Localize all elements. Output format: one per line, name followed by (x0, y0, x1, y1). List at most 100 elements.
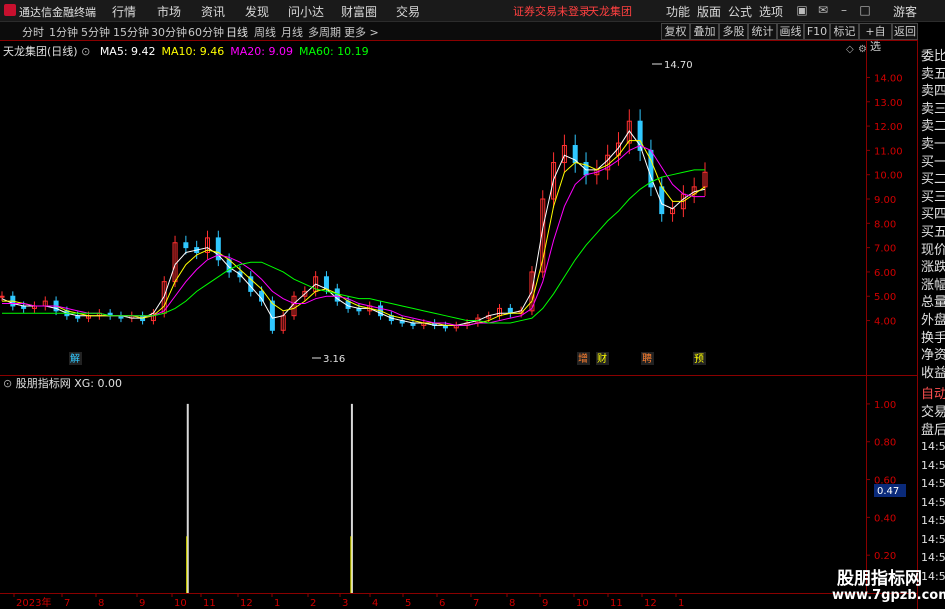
indicator-name[interactable]: 股朋指标网 (16, 377, 71, 390)
overlay-button[interactable]: 叠加 (690, 23, 719, 40)
menu-wealth[interactable]: 财富圈 (341, 3, 377, 20)
ma-legend-item: MA10: 9.46 (161, 45, 225, 58)
candle-body (323, 276, 329, 290)
ma-line-ma5 (1, 130, 706, 326)
legend-collapse-icon[interactable]: ⊙ (81, 45, 90, 58)
quote-field-label: 外盘 (921, 313, 945, 328)
chart-settings-icon[interactable]: ⚙ (858, 44, 867, 55)
menu-function[interactable]: 功能 (666, 3, 690, 20)
period-more[interactable]: 更多 > (344, 24, 379, 40)
menu-ask[interactable]: 问小达 (288, 3, 324, 20)
menu-news[interactable]: 资讯 (201, 3, 225, 20)
price-tick-label: 8.00 (874, 219, 896, 230)
ma-legend-item: MA5: 9.42 (99, 45, 156, 58)
date-tick-label: 10 (576, 598, 589, 609)
date-tick-label: 5 (405, 598, 411, 609)
date-tick-label: 7 (473, 598, 479, 609)
quote-field-label: 卖二 (921, 119, 945, 135)
quote-field-label: 买四 (921, 207, 945, 223)
quote-field-label: 买一 (921, 154, 945, 170)
quote-field-label: 买五 (921, 225, 945, 240)
adjust-button[interactable]: 复权 (661, 23, 690, 40)
stock-daily-label[interactable]: 天龙集团(日线) (3, 45, 78, 58)
sub-legend-icon[interactable]: ⊙ (3, 377, 12, 390)
period-15min[interactable]: 15分钟 (113, 24, 149, 40)
period-30min[interactable]: 30分钟 (151, 24, 187, 40)
menu-options[interactable]: 选项 (759, 3, 783, 20)
quote-field-label: 卖四 (921, 84, 945, 100)
period-weekly[interactable]: 周线 (254, 24, 276, 40)
minimize-icon[interactable]: – (836, 2, 852, 18)
price-tick-label: 11.00 (874, 146, 903, 157)
menu-formula[interactable]: 公式 (728, 3, 752, 20)
message-icon[interactable]: ✉ (815, 2, 831, 18)
period-toolbar: 分时 1分钟 5分钟 15分钟 30分钟 60分钟 日线 周线 月线 多周期 更… (0, 22, 918, 53)
date-tick-label: 7 (64, 598, 70, 609)
quote-field-label: 净资 (921, 348, 945, 364)
skin-icon[interactable]: ▣ (794, 2, 810, 18)
date-tick-label: 2023年 (16, 596, 51, 609)
menu-trade[interactable]: 交易 (396, 3, 420, 20)
mark-button[interactable]: 标记 (830, 23, 859, 40)
date-tick-label: 3 (342, 598, 348, 609)
chart-area[interactable]: 14.0013.0012.0011.0010.009.008.007.006.0… (0, 40, 917, 609)
price-tick-label: 9.00 (874, 195, 896, 206)
multi-stock-button[interactable]: 多股 (719, 23, 748, 40)
indicator-tick-label: 0.40 (874, 513, 896, 524)
indicator-tick-label: 0.80 (874, 438, 896, 449)
login-status[interactable]: 证券交易未登录 (513, 3, 590, 19)
price-axis: 14.00 13.00 12.00 11.00 10.00 9.00 8.00 7.00 6.0… (866, 73, 903, 328)
back-button[interactable]: 返回 (892, 23, 918, 40)
tick-time: 14:56 (921, 458, 945, 472)
period-daily[interactable]: 日线 (226, 24, 248, 40)
guest-user[interactable]: 游客 (893, 3, 917, 20)
period-60min[interactable]: 60分钟 (188, 24, 224, 40)
period-intraday[interactable]: 分时 (22, 24, 44, 40)
price-tick-label: 12.00 (874, 122, 903, 133)
menu-market[interactable]: 市场 (157, 3, 181, 20)
quote-field-label: 现价 (921, 242, 945, 258)
tick-time: 14:56 (921, 514, 945, 527)
statistics-button[interactable]: 统计 (748, 23, 777, 40)
indicator-axis: 1.000.800.600.400.20 (866, 400, 896, 562)
trade-label: 交易 (921, 405, 945, 420)
chart-expand-icon[interactable]: ◇ (846, 44, 854, 55)
app-logo-icon (4, 4, 16, 16)
price-candles (0, 109, 708, 334)
price-tick-label: 6.00 (874, 268, 896, 279)
quote-field-label: 卖五 (921, 66, 945, 82)
period-monthly[interactable]: 月线 (281, 24, 303, 40)
period-multi[interactable]: 多周期 (308, 24, 341, 40)
maximize-icon[interactable]: □ (857, 2, 873, 18)
price-tick-label: 4.00 (874, 317, 896, 328)
f10-button[interactable]: F10 (804, 23, 830, 40)
menu-quotes[interactable]: 行情 (112, 3, 136, 20)
quote-field-label: 涨幅 (921, 277, 945, 293)
menu-layout[interactable]: 版面 (697, 3, 721, 20)
quote-field-label: 总量 (921, 295, 945, 311)
after-hours-label: 盘后 (921, 423, 945, 438)
candle-body (183, 242, 189, 249)
date-tick-label: 11 (203, 598, 216, 609)
ma-legend-item: MA20: 9.09 (230, 45, 293, 58)
period-1min[interactable]: 1分钟 (49, 24, 78, 40)
date-tick-label: 10 (174, 598, 187, 609)
menu-discover[interactable]: 发现 (245, 3, 269, 20)
period-5min[interactable]: 5分钟 (81, 24, 110, 40)
low-price-label: 3.16 (323, 354, 345, 365)
drawing-button[interactable]: 画线 (777, 23, 804, 40)
quote-field-label: 买三 (921, 189, 945, 205)
date-axis: 2023年 7 8 9 10 11 12 1 2 3 4 5 6 7 8 9 10 11 12 1 (13, 593, 684, 609)
price-tick-label: 7.00 (874, 244, 896, 255)
quote-field-label: 卖三 (921, 101, 945, 117)
ma-line-ma60 (2, 169, 705, 324)
tick-time: 14:56 (921, 495, 945, 509)
quote-field-label: 换手 (921, 330, 945, 346)
add-watchlist-button[interactable]: +自选 (859, 23, 892, 53)
quote-sidebar: 委比 卖五 卖四 卖三 卖二 卖一 买一 买二 买三 买四 买五 现价 涨跌 涨幅 总量 外盘 换手 净资 收益 自动… (917, 40, 945, 609)
ma-legend: MA5: 9.42 MA10: 9.46 MA20: 9.09 MA60: 10.19 (94, 45, 369, 58)
candle-body (0, 295, 5, 298)
indicator-tick-label: 1.00 (874, 400, 896, 411)
watermark-url: www.7gpzb.com (832, 588, 945, 603)
quote-field-label: 委比 (921, 49, 945, 64)
